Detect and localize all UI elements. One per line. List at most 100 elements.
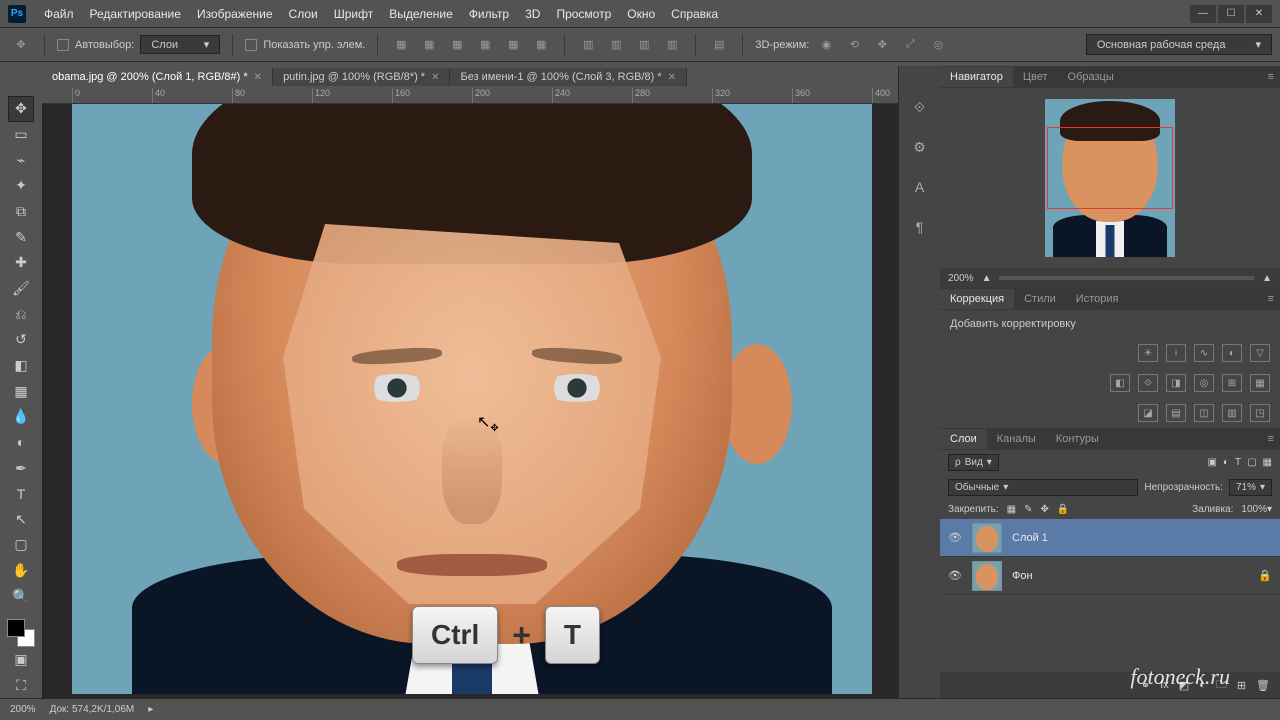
type-tool[interactable]: T [8, 481, 34, 507]
maximize-button[interactable]: ☐ [1218, 5, 1244, 23]
filter-type-icon[interactable]: T [1235, 457, 1241, 468]
align-icon[interactable]: ▦ [474, 34, 496, 56]
tab-layers[interactable]: Слои [940, 429, 987, 449]
path-tool[interactable]: ↖ [8, 507, 34, 533]
3d-icon[interactable]: ⟲ [843, 34, 865, 56]
layer-filter-dropdown[interactable]: ρВид▾ [948, 454, 999, 471]
fill-input[interactable]: 100%▾ [1241, 504, 1272, 515]
pen-tool[interactable]: ✒ [8, 455, 34, 481]
layer-item[interactable]: 👁 Фон 🔒 [940, 557, 1280, 595]
brush-tool[interactable]: 🖌 [8, 276, 34, 302]
posterize-icon[interactable]: ▤ [1166, 404, 1186, 422]
move-tool[interactable]: ✥ [8, 96, 34, 122]
eyedropper-tool[interactable]: ✎ [8, 224, 34, 250]
close-button[interactable]: ✕ [1246, 5, 1272, 23]
tab-adjustments[interactable]: Коррекция [940, 289, 1014, 309]
close-icon[interactable]: ✕ [668, 72, 676, 83]
filter-adj-icon[interactable]: ◐ [1223, 457, 1229, 468]
menu-3d[interactable]: 3D [517, 3, 548, 25]
filter-smart-icon[interactable]: ▦ [1263, 457, 1272, 468]
show-controls-checkbox[interactable] [245, 39, 257, 51]
panel-menu-icon[interactable]: ≡ [1262, 293, 1280, 305]
heal-tool[interactable]: ✚ [8, 250, 34, 276]
status-zoom[interactable]: 200% [10, 704, 36, 715]
hand-tool[interactable]: ✋ [8, 558, 34, 584]
opacity-input[interactable]: 71%▾ [1229, 479, 1272, 496]
gradient-map-icon[interactable]: ▥ [1222, 404, 1242, 422]
close-icon[interactable]: ✕ [431, 72, 439, 83]
autoselect-dropdown[interactable]: Слои▾ [140, 35, 220, 54]
menu-file[interactable]: Файл [36, 3, 82, 25]
color-swatches[interactable] [7, 619, 35, 647]
dodge-tool[interactable]: ◐ [8, 430, 34, 456]
lock-trans-icon[interactable]: ▦ [1007, 504, 1016, 515]
panel-menu-icon[interactable]: ≡ [1262, 71, 1280, 83]
tab-paths[interactable]: Контуры [1046, 429, 1109, 449]
history-icon[interactable]: ⟐ [909, 96, 931, 118]
new-layer-icon[interactable]: ⊞ [1237, 679, 1246, 692]
tab-untitled[interactable]: Без имени-1 @ 100% (Слой 3, RGB/8) *✕ [450, 68, 687, 86]
screenmode-tool[interactable]: ⛶ [8, 672, 34, 698]
shape-tool[interactable]: ▢ [8, 532, 34, 558]
lock-all-icon[interactable]: 🔒 [1057, 504, 1069, 515]
menu-type[interactable]: Шрифт [326, 3, 381, 25]
tab-styles[interactable]: Стили [1014, 289, 1066, 309]
navigator-thumbnail[interactable] [1045, 99, 1175, 257]
delete-icon[interactable]: 🗑 [1256, 679, 1270, 692]
mixer-icon[interactable]: ⊞ [1222, 374, 1242, 392]
menu-image[interactable]: Изображение [189, 3, 281, 25]
tab-history[interactable]: История [1066, 289, 1129, 309]
lasso-tool[interactable]: ⌁ [8, 147, 34, 173]
align-icon[interactable]: ▦ [502, 34, 524, 56]
layer-thumbnail[interactable] [972, 561, 1002, 591]
tab-obama[interactable]: obama.jpg @ 200% (Слой 1, RGB/8#) *✕ [42, 68, 273, 86]
gradient-tool[interactable]: ▦ [8, 378, 34, 404]
align-icon[interactable]: ▦ [418, 34, 440, 56]
navigator-body[interactable] [940, 88, 1280, 268]
menu-view[interactable]: Просмотр [548, 3, 619, 25]
paragraph-icon[interactable]: ¶ [909, 216, 931, 238]
align-icon[interactable]: ▦ [530, 34, 552, 56]
zoom-slider[interactable] [999, 276, 1254, 280]
lock-pixels-icon[interactable]: ✎ [1024, 504, 1032, 515]
tab-navigator[interactable]: Навигатор [940, 67, 1013, 87]
align-icon[interactable]: ▦ [390, 34, 412, 56]
layer-thumbnail[interactable] [972, 523, 1002, 553]
menu-window[interactable]: Окно [619, 3, 663, 25]
brightness-icon[interactable]: ☀ [1138, 344, 1158, 362]
crop-tool[interactable]: ⧉ [8, 199, 34, 225]
character-icon[interactable]: A [909, 176, 931, 198]
tab-putin[interactable]: putin.jpg @ 100% (RGB/8*) *✕ [273, 68, 450, 86]
marquee-tool[interactable]: ▭ [8, 122, 34, 148]
tab-channels[interactable]: Каналы [987, 429, 1046, 449]
autoselect-checkbox[interactable] [57, 39, 69, 51]
3d-icon[interactable]: ◉ [815, 34, 837, 56]
align-icon[interactable]: ▦ [446, 34, 468, 56]
zoom-out-icon[interactable]: ▲ [982, 273, 992, 284]
menu-filter[interactable]: Фильтр [461, 3, 517, 25]
selective-icon[interactable]: ◳ [1250, 404, 1270, 422]
exposure-icon[interactable]: ◐ [1222, 344, 1242, 362]
close-icon[interactable]: ✕ [254, 72, 262, 83]
bw-icon[interactable]: ◨ [1166, 374, 1186, 392]
distribute-icon[interactable]: ▥ [577, 34, 599, 56]
threshold-icon[interactable]: ◫ [1194, 404, 1214, 422]
properties-icon[interactable]: ⚙ [909, 136, 931, 158]
blend-mode-dropdown[interactable]: Обычные▾ [948, 479, 1138, 496]
foreground-swatch[interactable] [7, 619, 25, 637]
filter-shape-icon[interactable]: ▢ [1247, 457, 1256, 468]
lock-position-icon[interactable]: ✥ [1041, 504, 1049, 515]
lookup-icon[interactable]: ▦ [1250, 374, 1270, 392]
visibility-icon[interactable]: 👁 [948, 531, 962, 545]
menu-select[interactable]: Выделение [381, 3, 461, 25]
levels-icon[interactable]: ⟊ [1166, 344, 1186, 362]
layer-name[interactable]: Слой 1 [1012, 532, 1048, 544]
curves-icon[interactable]: ∿ [1194, 344, 1214, 362]
auto-align-icon[interactable]: ▤ [708, 34, 730, 56]
3d-icon[interactable]: ◎ [927, 34, 949, 56]
visibility-icon[interactable]: 👁 [948, 569, 962, 583]
filter-pixel-icon[interactable]: ▣ [1207, 457, 1216, 468]
layer-name[interactable]: Фон [1012, 570, 1033, 582]
menu-edit[interactable]: Редактирование [82, 3, 189, 25]
distribute-icon[interactable]: ▥ [605, 34, 627, 56]
